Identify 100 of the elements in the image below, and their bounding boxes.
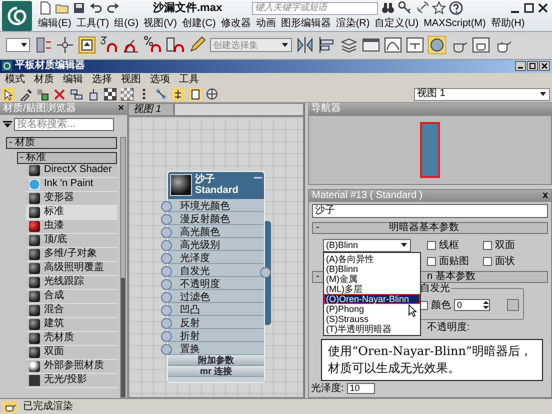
spinner-snap-icon[interactable]: [166, 36, 184, 54]
maximize-icon[interactable]: [523, 2, 535, 14]
material-list-item[interactable]: 高级照明覆盖: [26, 262, 117, 276]
material-list-item[interactable]: 多维/子对象: [26, 248, 117, 262]
material-list-item[interactable]: 建筑: [26, 318, 117, 332]
input-socket[interactable]: [161, 278, 172, 290]
input-socket[interactable]: [161, 304, 172, 316]
menu-item[interactable]: 自定义(U): [374, 16, 419, 31]
node-section-header[interactable]: mr 连接: [168, 366, 264, 377]
search-field[interactable]: 键入关键字或短语: [252, 2, 378, 14]
put-to-library-icon[interactable]: [87, 88, 100, 101]
input-socket[interactable]: [161, 240, 172, 251]
checkbox[interactable]: [427, 240, 436, 250]
input-socket[interactable]: [161, 344, 172, 355]
key-icon[interactable]: [398, 1, 412, 15]
mirror-icon[interactable]: [296, 36, 314, 54]
star-icon[interactable]: [432, 1, 446, 15]
panel-icon[interactable]: [189, 88, 202, 101]
material-list-item[interactable]: 混合: [26, 304, 117, 318]
input-socket[interactable]: [161, 330, 172, 342]
input-socket[interactable]: [161, 214, 172, 225]
percent-snap-icon[interactable]: [144, 36, 162, 54]
menu-item[interactable]: 工具(T): [76, 16, 110, 31]
material-editor-icon[interactable]: [428, 36, 446, 54]
render-frame-teapot-icon[interactable]: [472, 36, 490, 54]
globe-icon[interactable]: [206, 88, 219, 101]
dropdown-option[interactable]: (P)Phong: [324, 304, 420, 314]
app-logo-icon[interactable]: [2, 1, 32, 31]
checkbox[interactable]: [483, 256, 492, 266]
nodes-icon[interactable]: [155, 88, 168, 101]
material-list-item[interactable]: 合成: [26, 290, 117, 304]
input-socket[interactable]: [161, 226, 172, 238]
material-list-item[interactable]: DirectX Shader: [26, 164, 117, 178]
scrollbar[interactable]: [120, 136, 126, 398]
minimize-icon[interactable]: [515, 61, 526, 72]
pencil-icon[interactable]: [188, 36, 206, 54]
group-header[interactable]: - 标准: [17, 152, 117, 164]
menu-item[interactable]: 创建(C): [182, 16, 216, 31]
menu-item[interactable]: 组(G): [114, 16, 139, 31]
dropdown-option[interactable]: (M)金属: [324, 274, 420, 284]
move-children-icon[interactable]: [70, 88, 83, 101]
eyedropper-icon[interactable]: [19, 88, 32, 101]
align-icon[interactable]: [318, 36, 336, 54]
help-icon[interactable]: [449, 1, 463, 15]
material-list-item[interactable]: 变形器: [26, 192, 117, 206]
view-dropdown[interactable]: 视图 1: [414, 88, 550, 101]
name-field[interactable]: 沙子: [312, 204, 548, 218]
collapse-toggle[interactable]: -: [313, 272, 327, 282]
material-list-item[interactable]: 顶/底: [26, 234, 117, 248]
material-list-item[interactable]: 壳材质: [26, 332, 117, 346]
checkbox-label[interactable]: 双面: [495, 240, 515, 251]
redo-icon[interactable]: [106, 1, 120, 15]
options-caret-icon[interactable]: [3, 120, 12, 128]
dropdown-option[interactable]: (S)Strauss: [324, 314, 420, 324]
dropdown-option[interactable]: (A)各向异性: [324, 254, 420, 264]
material-node[interactable]: 沙子 Standard 环境光颜色 漫反射颜色 高光颜色 高光级别 光泽度 自发光 不透明度 过滤色 凹凸 反射 折射 置换 附加参数 mr 连接: [167, 170, 265, 383]
input-socket[interactable]: [161, 200, 172, 212]
dropdown-option[interactable]: (ML)多层: [324, 284, 420, 294]
node-section-header[interactable]: 附加参数: [168, 354, 264, 366]
selection-filter-dropdown[interactable]: [6, 38, 30, 52]
menu-item[interactable]: 选择: [92, 72, 112, 88]
snap-magnet-icon[interactable]: [100, 36, 118, 54]
save-icon[interactable]: [72, 1, 86, 15]
curve-editor-icon[interactable]: [384, 36, 402, 54]
menu-item[interactable]: 编辑(E): [38, 16, 72, 31]
upload-icon[interactable]: [78, 36, 96, 54]
close-button[interactable]: ×: [118, 102, 124, 115]
menu-item[interactable]: 渲染(R): [336, 16, 370, 31]
checkbox-label[interactable]: 面状: [495, 256, 515, 267]
background-checker-icon[interactable]: [121, 88, 134, 101]
menu-item[interactable]: 模式: [5, 72, 25, 88]
material-list-item[interactable]: 光线跟踪: [26, 276, 117, 290]
material-list-item[interactable]: 虫漆: [26, 220, 117, 234]
menu-item[interactable]: 视图: [121, 72, 141, 88]
spinner-field[interactable]: 0: [454, 299, 490, 312]
delete-icon[interactable]: [53, 88, 66, 101]
close-icon[interactable]: [539, 61, 550, 72]
input-socket[interactable]: [161, 292, 172, 303]
checkbox[interactable]: [427, 256, 436, 266]
material-list-item[interactable]: 外部参照材质: [26, 360, 117, 374]
input-socket[interactable]: [161, 318, 172, 329]
menu-item[interactable]: 视图(V): [144, 16, 177, 31]
maximize-icon[interactable]: [527, 61, 538, 72]
dropdown-option[interactable]: (O)Oren-Nayar-Blinn: [324, 294, 420, 304]
material-list-item[interactable]: 双面: [26, 346, 117, 360]
shader-dropdown[interactable]: (B)Blinn: [323, 238, 411, 252]
select-arrow-icon[interactable]: [2, 88, 15, 101]
close-icon[interactable]: [537, 2, 549, 14]
checkbox-label[interactable]: 线框: [439, 240, 459, 251]
assign-material-icon[interactable]: [36, 88, 49, 101]
menu-item[interactable]: 工具: [179, 72, 199, 88]
menu-item[interactable]: 动画: [256, 16, 276, 31]
select-link-icon[interactable]: [34, 36, 52, 54]
menu-item[interactable]: 图形编辑器: [280, 16, 331, 31]
search-field[interactable]: 按名称搜索...: [14, 118, 114, 131]
menu-item[interactable]: 帮助(H): [490, 16, 525, 31]
dropdown-option[interactable]: (T)半透明明暗器: [324, 324, 420, 334]
scrollbar-thumb[interactable]: [121, 278, 125, 397]
color-swatch[interactable]: [507, 299, 519, 312]
material-list-item[interactable]: 无光/投影: [26, 374, 117, 388]
